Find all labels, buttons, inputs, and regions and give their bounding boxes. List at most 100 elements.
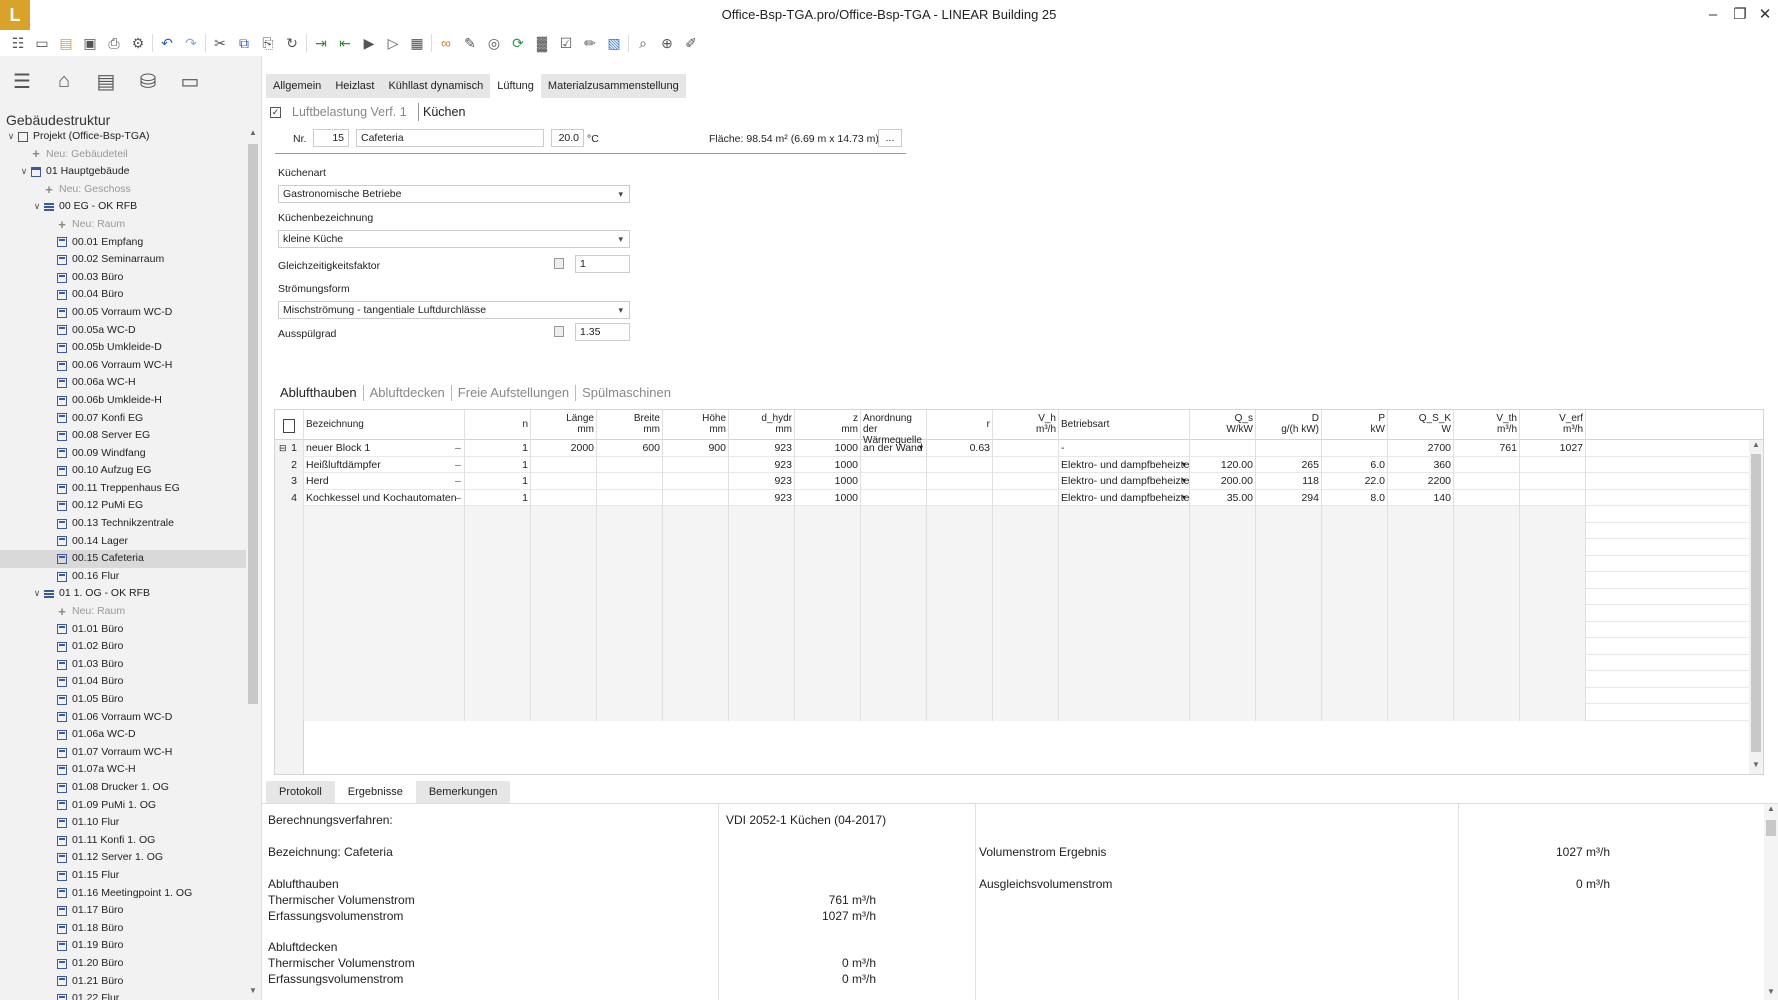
tree-new-item[interactable]: + Neu: Gebäudeteil [0, 146, 246, 164]
table-cell[interactable] [1454, 456, 1520, 473]
subtab-abluftdecken[interactable]: Abluftdecken [370, 385, 452, 401]
grid-scroll-thumb[interactable] [1751, 454, 1761, 752]
table-cell[interactable] [1520, 456, 1586, 473]
refresh-icon[interactable]: ↻ [280, 32, 304, 54]
table-cell[interactable] [861, 473, 927, 490]
zoom-icon[interactable]: ⊕ [655, 32, 679, 54]
paste-icon[interactable]: ⎘ [256, 32, 280, 54]
tree-item[interactable]: 01.09 PuMi 1. OG [0, 797, 246, 815]
table-row[interactable] [275, 621, 1763, 638]
table-cell[interactable]: 120.00 [1190, 456, 1256, 473]
edit-icon[interactable]: ✎ [458, 32, 482, 54]
column-header[interactable]: V_h m³/h [993, 410, 1059, 440]
table-cell[interactable] [531, 473, 597, 490]
table-cell[interactable]: 118 [1256, 473, 1322, 490]
row-menu-icon[interactable]: – [453, 490, 463, 507]
redo-icon[interactable]: ↷ [179, 32, 203, 54]
table-cell[interactable] [1454, 489, 1520, 506]
table-cell[interactable]: 2700 [1388, 440, 1454, 457]
column-header[interactable]: Betriebsart [1059, 410, 1190, 440]
table-cell[interactable]: 1000 [795, 456, 861, 473]
cut-icon[interactable]: ✂ [208, 32, 232, 54]
column-header[interactable]: V_erf m³/h [1520, 410, 1586, 440]
tree-item[interactable]: 01.15 Flur [0, 867, 246, 885]
table-cell[interactable] [993, 473, 1059, 490]
table-cell[interactable]: 923 [729, 440, 795, 457]
tree-item[interactable]: 00.09 Windfang [0, 445, 246, 463]
tree-item[interactable]: 00.06b Umkleide-H [0, 392, 246, 410]
table-row[interactable] [275, 506, 1763, 523]
table-cell[interactable] [927, 489, 993, 506]
tree-item[interactable]: 00.11 Treppenhaus EG [0, 480, 246, 498]
table-cell[interactable] [663, 489, 729, 506]
results-scroll-down-icon[interactable]: ▼ [1764, 987, 1778, 1000]
table-row[interactable] [275, 638, 1763, 655]
measure-icon[interactable]: ◎ [482, 32, 506, 54]
temperature-input[interactable]: 20.0 [551, 129, 584, 147]
dropdown-icon[interactable]: ▾ [1180, 473, 1188, 490]
table-cell[interactable]: Heißluftdämpfer [304, 456, 465, 473]
tree-toggle-icon[interactable]: ∨ [32, 585, 42, 603]
tree-item[interactable]: ∨ 00 EG - OK RFB [0, 198, 246, 216]
minimize-icon[interactable]: – [1700, 4, 1726, 26]
table-cell[interactable]: neuer Block 1 [304, 440, 465, 457]
tree-item[interactable]: 01.22 Flur [0, 990, 246, 1000]
table-cell[interactable]: 1000 [795, 440, 861, 457]
tree-item[interactable]: 01.18 Büro [0, 920, 246, 938]
table-row[interactable] [275, 588, 1763, 605]
table-cell[interactable] [597, 456, 663, 473]
tree-item[interactable]: 00.12 PuMi EG [0, 497, 246, 515]
table-cell[interactable] [861, 456, 927, 473]
table-row[interactable] [275, 605, 1763, 622]
menu-icon[interactable]: ☰ [8, 67, 36, 95]
tree-item[interactable]: 01.03 Büro [0, 656, 246, 674]
ausspuel-input[interactable]: 1.35 [575, 323, 630, 341]
tree-item[interactable]: 00.05a WC-D [0, 322, 246, 340]
tree-item[interactable]: 01.02 Büro [0, 638, 246, 656]
tree-item[interactable]: 00.15 Cafeteria [0, 550, 246, 568]
table-row[interactable] [275, 522, 1763, 539]
table-cell[interactable]: 265 [1256, 456, 1322, 473]
tree-item[interactable]: ∨ 01 Hauptgebäude [0, 163, 246, 181]
print-icon[interactable]: ⎙ [102, 32, 126, 54]
tab-lüftung[interactable]: Lüftung [490, 74, 541, 98]
column-header[interactable]: n [465, 410, 531, 440]
column-header[interactable]: Q_S_K W [1388, 410, 1454, 440]
table-cell[interactable] [993, 489, 1059, 506]
tree-item[interactable]: 01.08 Drucker 1. OG [0, 779, 246, 797]
tab-allgemein[interactable]: Allgemein [266, 74, 329, 98]
tree-new-item[interactable]: + Neu: Geschoss [0, 181, 246, 199]
check-icon[interactable]: ☑ [554, 32, 578, 54]
row-menu-icon[interactable]: – [453, 440, 463, 457]
calc2-icon[interactable]: ▷ [381, 32, 405, 54]
scroll-up-icon[interactable]: ▲ [246, 128, 260, 142]
tree-scroll-thumb[interactable] [248, 144, 258, 704]
save-icon[interactable]: ▣ [78, 32, 102, 54]
tree-item[interactable]: 00.04 Büro [0, 286, 246, 304]
tree-item[interactable]: 00.10 Aufzug EG [0, 462, 246, 480]
tree-item[interactable]: 00.06 Vorraum WC-H [0, 357, 246, 375]
tree-item[interactable]: 00.05b Umkleide-D [0, 339, 246, 357]
table-row[interactable] [275, 704, 1763, 721]
building-icon[interactable]: ⌂ [50, 67, 78, 95]
subtab-spülmaschinen[interactable]: Spülmaschinen [582, 385, 677, 401]
table-cell[interactable] [1454, 473, 1520, 490]
tree-item[interactable]: 00.08 Server EG [0, 427, 246, 445]
tab-heizlast[interactable]: Heizlast [328, 74, 382, 98]
column-header[interactable]: Anordnung der Wärmequelle [861, 410, 927, 446]
collapse-group-icon[interactable]: ⊟ [277, 440, 287, 457]
column-header[interactable]: d_hydr mm [729, 410, 795, 440]
table-cell[interactable]: Herd [304, 473, 465, 490]
close-icon[interactable]: ✕ [1752, 4, 1778, 26]
table-cell[interactable] [1520, 473, 1586, 490]
table-row[interactable]: 4 Kochkessel und Kochautomaten 1 923 1000 Ele… [275, 489, 1763, 507]
column-header[interactable]: PkW [1322, 410, 1388, 440]
table-cell[interactable]: 923 [729, 489, 795, 506]
import-icon[interactable]: ⇥ [309, 32, 333, 54]
tree-item[interactable]: 01.07 Vorraum WC-H [0, 744, 246, 762]
table-row[interactable] [275, 687, 1763, 704]
column-header[interactable]: Länge mm [531, 410, 597, 440]
table-row[interactable] [275, 572, 1763, 589]
table-cell[interactable]: 1 [465, 456, 531, 473]
tree-item[interactable]: 00.16 Flur [0, 568, 246, 586]
